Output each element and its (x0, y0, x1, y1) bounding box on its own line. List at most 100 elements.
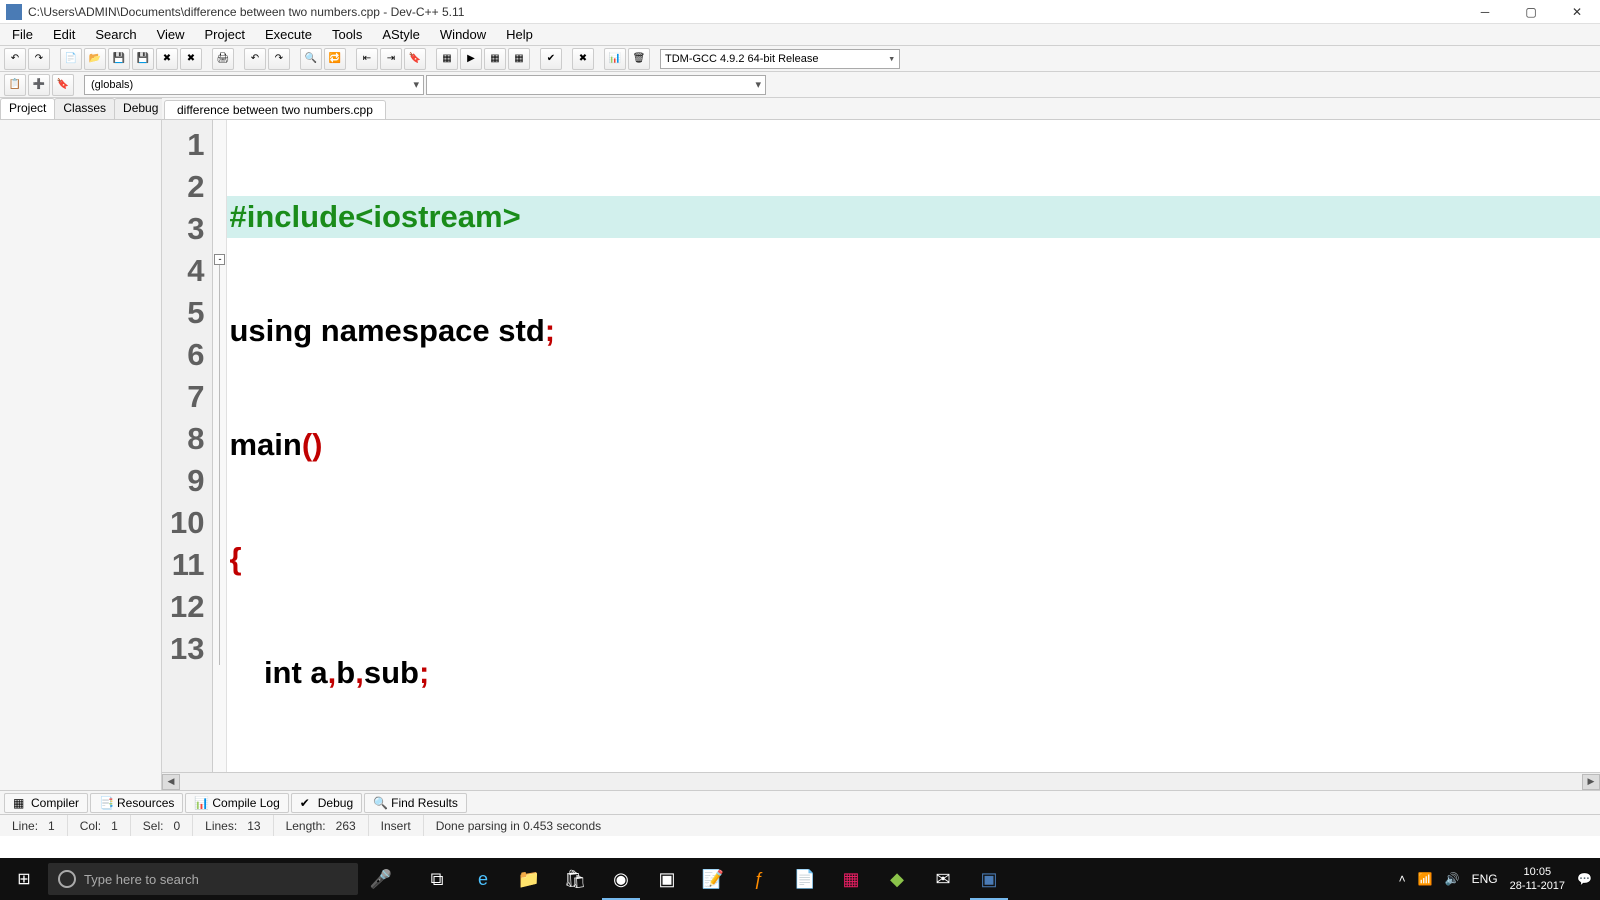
resources-icon: 📑 (99, 796, 113, 810)
line-number: 1 (170, 124, 204, 166)
check-icon: ✔ (300, 796, 314, 810)
tray-chevron-icon[interactable]: ˄ (1399, 872, 1406, 886)
menu-help[interactable]: Help (496, 25, 543, 44)
scroll-left-icon[interactable]: ◀ (162, 774, 180, 790)
replace-icon[interactable]: 🔁 (324, 48, 346, 70)
left-panel: Project Classes Debug (0, 98, 162, 790)
mic-icon[interactable]: 🎤 (358, 858, 404, 900)
close-button[interactable]: ✕ (1554, 0, 1600, 24)
undo-icon[interactable]: ↶ (244, 48, 266, 70)
scroll-right-icon[interactable]: ▶ (1582, 774, 1600, 790)
tab-find-results[interactable]: 🔍Find Results (364, 793, 467, 813)
compile-icon[interactable]: ▦ (436, 48, 458, 70)
app4-icon[interactable]: ◆ (874, 858, 920, 900)
language-indicator[interactable]: ENG (1472, 872, 1498, 886)
code-content[interactable]: #include<iostream> using namespace std; … (227, 120, 1600, 772)
app2-icon[interactable]: 📄 (782, 858, 828, 900)
editor-area: difference between two numbers.cpp 1 2 3… (162, 98, 1600, 790)
line-number: 9 (170, 460, 204, 502)
menu-astyle[interactable]: AStyle (372, 25, 430, 44)
volume-icon[interactable]: 🔊 (1445, 872, 1460, 886)
store-icon[interactable]: 🛍 (552, 858, 598, 900)
compile-run-icon[interactable]: ▦ (484, 48, 506, 70)
tab-debug[interactable]: Debug (114, 98, 167, 119)
file-tab-active[interactable]: difference between two numbers.cpp (164, 100, 386, 119)
bookmark2-icon[interactable]: 🔖 (52, 74, 74, 96)
bookmark-icon[interactable]: 🔖 (404, 48, 426, 70)
code-token: #include (229, 199, 355, 234)
system-tray: ˄ 📶 🔊 ENG 10:05 28-11-2017 💬 (1399, 865, 1600, 893)
wifi-icon[interactable]: 📶 (1418, 872, 1433, 886)
delete-profile-icon[interactable]: 🗑 (628, 48, 650, 70)
line-number: 6 (170, 334, 204, 376)
cortana-icon (58, 870, 76, 888)
menu-execute[interactable]: Execute (255, 25, 322, 44)
notepad-icon[interactable]: 📝 (690, 858, 736, 900)
menu-file[interactable]: File (2, 25, 43, 44)
new-file-icon[interactable]: 📄 (60, 48, 82, 70)
status-bar: Line: 1 Col: 1 Sel: 0 Lines: 13 Length: … (0, 814, 1600, 836)
open-file-icon[interactable]: 📂 (84, 48, 106, 70)
app1-icon[interactable]: ƒ (736, 858, 782, 900)
clock[interactable]: 10:05 28-11-2017 (1510, 865, 1565, 893)
maximize-button[interactable]: ▢ (1508, 0, 1554, 24)
fold-toggle-icon[interactable]: - (214, 254, 225, 265)
terminal-icon[interactable]: ▣ (644, 858, 690, 900)
close-file-icon[interactable]: ✖ (156, 48, 178, 70)
line-number: 7 (170, 376, 204, 418)
edge-icon[interactable]: e (460, 858, 506, 900)
stop-icon[interactable]: ✖ (572, 48, 594, 70)
redo-icon[interactable]: ↷ (268, 48, 290, 70)
run-icon[interactable]: ▶ (460, 48, 482, 70)
tab-resources[interactable]: 📑Resources (90, 793, 183, 813)
compiler-selector[interactable]: TDM-GCC 4.9.2 64-bit Release (660, 49, 900, 69)
minimize-button[interactable]: ─ (1462, 0, 1508, 24)
debug-icon[interactable]: ✔ (540, 48, 562, 70)
tab-compiler[interactable]: ▦Compiler (4, 793, 88, 813)
menu-window[interactable]: Window (430, 25, 496, 44)
explorer-icon[interactable]: 📁 (506, 858, 552, 900)
notifications-icon[interactable]: 💬 (1577, 872, 1592, 886)
devcpp-taskbar-icon[interactable]: ▣ (966, 858, 1012, 900)
line-number: 3 (170, 208, 204, 250)
new-project-icon[interactable]: 📋 (4, 74, 26, 96)
tab-project[interactable]: Project (0, 98, 55, 119)
tab-classes[interactable]: Classes (54, 98, 115, 119)
save-all-icon[interactable]: 💾 (132, 48, 154, 70)
app3-icon[interactable]: ▦ (828, 858, 874, 900)
outdent-icon[interactable]: ⇤ (356, 48, 378, 70)
fold-column: - (213, 120, 227, 772)
chrome-icon[interactable]: ◉ (598, 858, 644, 900)
menu-edit[interactable]: Edit (43, 25, 85, 44)
task-view-icon[interactable]: ⧉ (414, 858, 460, 900)
find-icon[interactable]: 🔍 (300, 48, 322, 70)
back-icon[interactable]: ↶ (4, 48, 26, 70)
mail-icon[interactable]: ✉ (920, 858, 966, 900)
insert-icon[interactable]: ➕ (28, 74, 50, 96)
menu-tools[interactable]: Tools (322, 25, 372, 44)
print-icon[interactable]: 🖨 (212, 48, 234, 70)
start-button[interactable]: ⊞ (0, 858, 48, 900)
globals-combo-label: (globals) (91, 79, 133, 91)
indent-icon[interactable]: ⇥ (380, 48, 402, 70)
taskbar-search[interactable]: Type here to search (48, 863, 358, 895)
tab-debug-bottom[interactable]: ✔Debug (291, 793, 362, 813)
code-token: int (264, 655, 302, 690)
menu-project[interactable]: Project (195, 25, 255, 44)
close-all-icon[interactable]: ✖ (180, 48, 202, 70)
menu-search[interactable]: Search (85, 25, 146, 44)
save-icon[interactable]: 💾 (108, 48, 130, 70)
code-token: namespace (321, 313, 490, 348)
profile-icon[interactable]: 📊 (604, 48, 626, 70)
function-combo[interactable] (426, 75, 766, 95)
code-editor[interactable]: 1 2 3 4 5 6 7 8 9 10 11 12 13 - #include… (162, 120, 1600, 772)
code-token: main (229, 427, 301, 462)
globals-combo[interactable]: (globals) (84, 75, 424, 95)
scroll-track[interactable] (180, 774, 1582, 790)
forward-icon[interactable]: ↷ (28, 48, 50, 70)
menu-view[interactable]: View (147, 25, 195, 44)
horizontal-scrollbar[interactable]: ◀ ▶ (162, 772, 1600, 790)
tab-compile-log[interactable]: 📊Compile Log (185, 793, 288, 813)
rebuild-icon[interactable]: ▦ (508, 48, 530, 70)
windows-taskbar: ⊞ Type here to search 🎤 ⧉ e 📁 🛍 ◉ ▣ 📝 ƒ … (0, 858, 1600, 900)
